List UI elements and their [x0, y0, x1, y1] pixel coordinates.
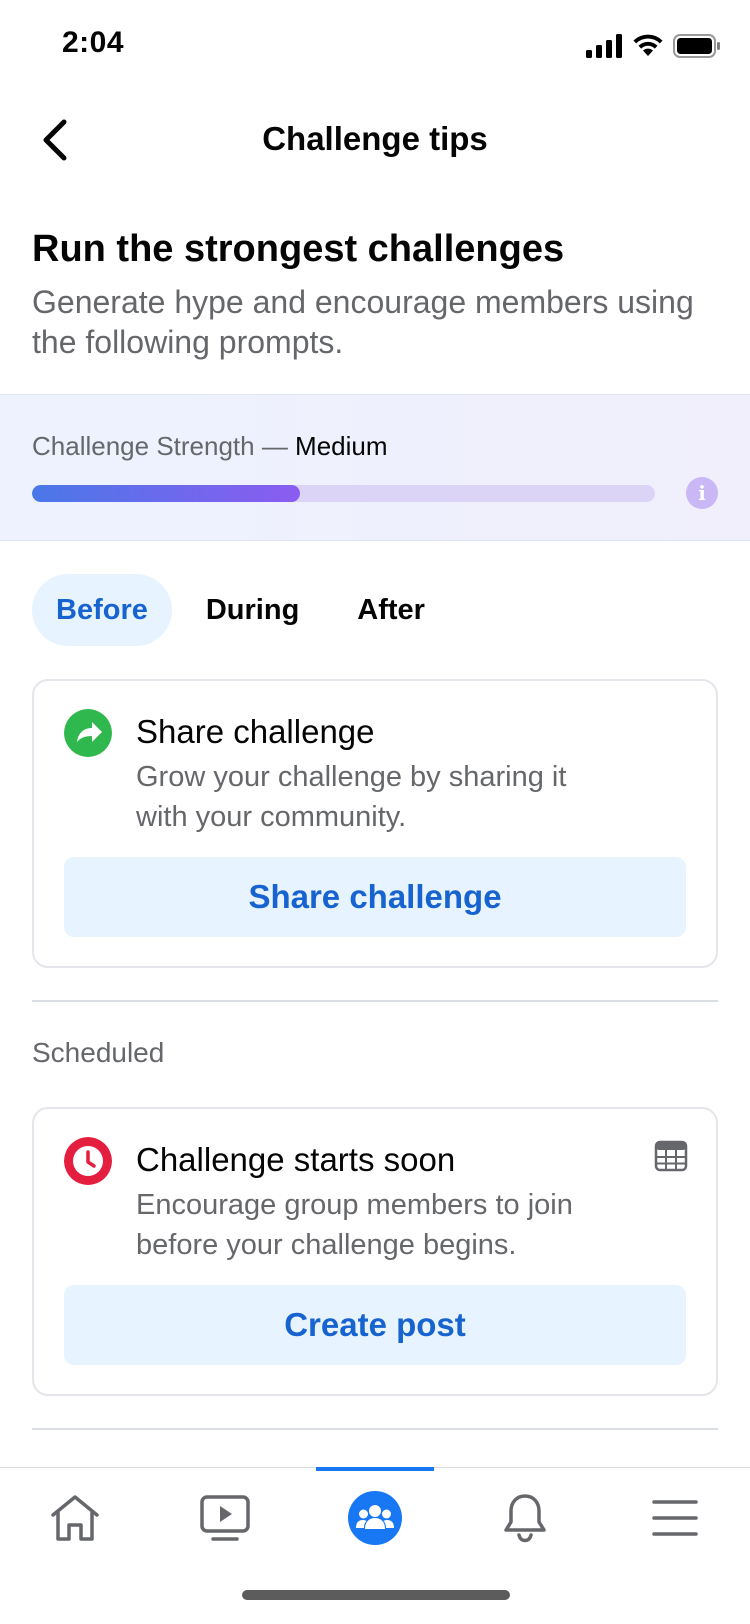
share-challenge-button[interactable]: Share challenge: [64, 857, 686, 937]
starts-soon-card-title: Challenge starts soon: [136, 1141, 456, 1178]
nav-groups[interactable]: [300, 1468, 450, 1568]
strength-level: Medium: [295, 431, 388, 461]
section-label-scheduled: Scheduled: [32, 1037, 165, 1068]
wifi-icon: [633, 34, 663, 56]
divider: [32, 1428, 718, 1430]
share-card-title: Share challenge: [136, 713, 375, 750]
bottom-navigation: [0, 1467, 750, 1624]
home-icon: [51, 1495, 99, 1541]
challenge-starts-soon-card: Challenge starts soon Encourage group me…: [32, 1107, 718, 1396]
battery-icon: [673, 34, 720, 58]
tab-during[interactable]: During: [182, 574, 323, 646]
notifications-icon: [504, 1494, 546, 1543]
challenge-strength-panel: Challenge Strength — Medium i: [0, 394, 750, 541]
tab-before[interactable]: Before: [32, 574, 172, 646]
share-arrow-icon: [64, 709, 112, 757]
strength-progress-fill: [32, 485, 300, 502]
share-card-description: Grow your challenge by sharing it with y…: [136, 761, 567, 833]
share-challenge-card: Share challenge Grow your challenge by s…: [32, 679, 718, 968]
menu-icon: [652, 1500, 698, 1536]
status-time: 2:04: [62, 26, 125, 59]
nav-home[interactable]: [0, 1468, 150, 1568]
nav-notifications[interactable]: [450, 1468, 600, 1568]
info-icon[interactable]: i: [686, 477, 718, 509]
page-title: Challenge tips: [262, 120, 488, 157]
home-indicator[interactable]: [242, 1590, 510, 1600]
groups-icon: [348, 1491, 402, 1545]
intro-title: Run the strongest challenges: [32, 228, 565, 270]
divider: [32, 1000, 718, 1002]
nav-menu[interactable]: [600, 1468, 750, 1568]
strength-progress-bar: [32, 485, 655, 502]
header: Challenge tips: [0, 92, 750, 188]
status-bar: 2:04: [0, 0, 750, 92]
calendar-icon[interactable]: [654, 1139, 688, 1173]
cellular-signal-icon: [586, 34, 622, 58]
clock-icon: [64, 1137, 112, 1185]
create-post-button[interactable]: Create post: [64, 1285, 686, 1365]
tab-after[interactable]: After: [333, 574, 449, 646]
phase-tabs: Before During After: [32, 574, 459, 646]
intro-subtitle: Generate hype and encourage members usin…: [32, 284, 694, 360]
strength-label: Challenge Strength — Medium: [32, 431, 388, 462]
video-icon: [200, 1495, 250, 1541]
nav-video[interactable]: [150, 1468, 300, 1568]
strength-label-text: Challenge Strength —: [32, 431, 296, 461]
starts-soon-card-description: Encourage group members to join before y…: [136, 1189, 573, 1261]
